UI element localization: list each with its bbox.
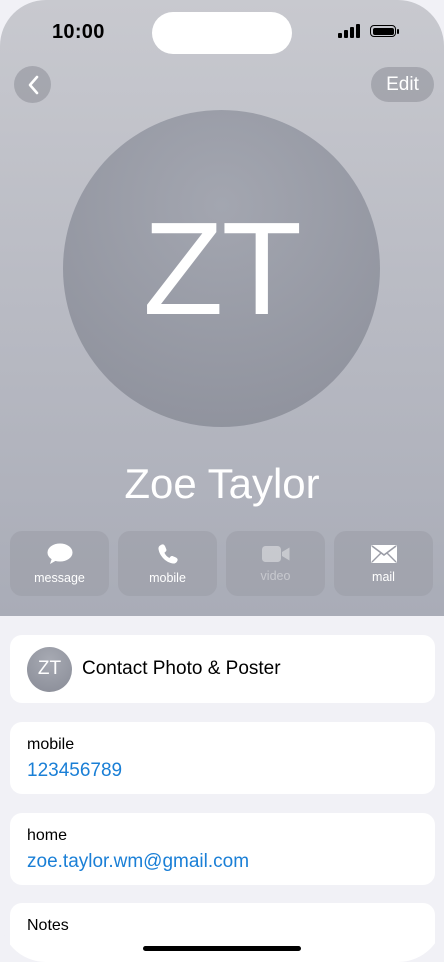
contact-photo-thumbnail: ZT	[27, 646, 72, 692]
video-icon	[261, 545, 289, 562]
quick-actions: message mobile video mail	[10, 531, 433, 596]
contact-screen: 10:00 Edit ZT Zoe Taylor message mobile …	[0, 0, 444, 962]
contact-photo-poster-label: Contact Photo & Poster	[82, 658, 281, 679]
notes-field[interactable]: Notes	[10, 903, 435, 962]
contact-avatar[interactable]: ZT	[63, 110, 380, 427]
dynamic-island	[152, 12, 292, 54]
message-button[interactable]: message	[10, 531, 109, 596]
cellular-signal-icon	[338, 24, 360, 38]
mobile-number[interactable]: 123456789	[27, 760, 418, 782]
home-indicator[interactable]	[143, 946, 301, 951]
mail-label: mail	[372, 569, 395, 584]
notes-label: Notes	[27, 917, 69, 934]
mobile-field-label: mobile	[27, 736, 75, 753]
video-label: video	[260, 568, 291, 583]
home-email-field[interactable]: home zoe.taylor.wm@gmail.com	[10, 813, 435, 885]
chevron-left-icon	[28, 75, 38, 94]
contact-name: Zoe Taylor	[124, 460, 320, 507]
phone-icon	[157, 543, 178, 564]
video-call-button[interactable]: video	[226, 531, 325, 596]
home-email[interactable]: zoe.taylor.wm@gmail.com	[27, 851, 418, 873]
message-icon	[47, 543, 72, 564]
back-button[interactable]	[14, 66, 51, 103]
contact-photo-poster-row[interactable]: ZT Contact Photo & Poster	[10, 635, 435, 703]
status-time: 10:00	[52, 21, 105, 43]
contact-header: 10:00 Edit ZT Zoe Taylor message mobile …	[0, 0, 444, 616]
battery-icon	[370, 25, 399, 37]
edit-button[interactable]: Edit	[371, 67, 434, 102]
mobile-field[interactable]: mobile 123456789	[10, 722, 435, 794]
mobile-call-button[interactable]: mobile	[118, 531, 217, 596]
mail-icon	[370, 544, 397, 563]
status-icons	[338, 24, 399, 38]
message-label: message	[34, 570, 85, 585]
mobile-label: mobile	[149, 570, 186, 585]
home-field-label: home	[27, 827, 68, 844]
mail-button[interactable]: mail	[334, 531, 433, 596]
